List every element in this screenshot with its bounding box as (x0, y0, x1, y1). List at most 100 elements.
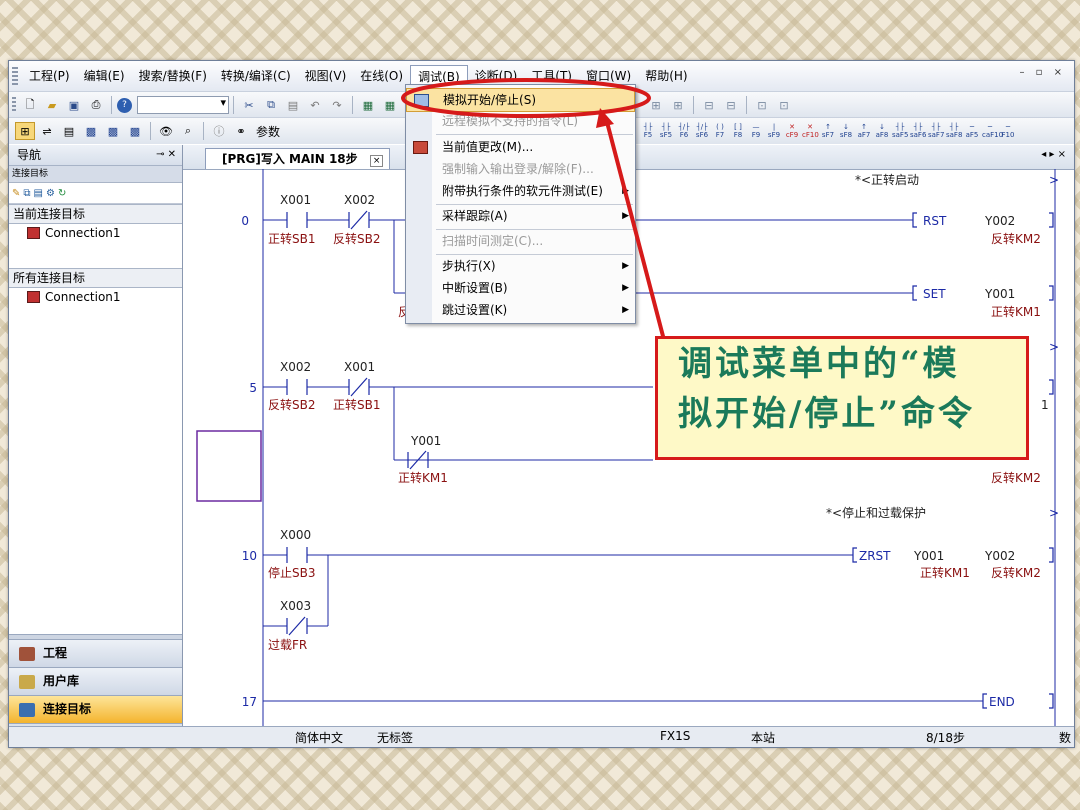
af8-icon[interactable]: ↓ aF8 (874, 123, 890, 139)
f6-contact-icon[interactable]: ┤/├ F6 (676, 123, 692, 139)
toolbar-separator (150, 122, 151, 140)
coil-label: 反转KM2 (991, 470, 1041, 485)
contact-label: 正转SB1 (268, 231, 316, 246)
step-number: 10 (242, 549, 257, 563)
saf8-icon[interactable]: ┤├ saF8 (946, 123, 962, 139)
menu-search-replace[interactable]: 搜索/替换(F) (132, 65, 214, 87)
menu-convert-compile[interactable]: 转换/编译(C) (214, 65, 298, 87)
sf8-icon[interactable]: ↓ sF8 (838, 123, 854, 139)
af7-icon[interactable]: ↑ aF7 (856, 123, 872, 139)
ladder-tool-icon[interactable]: ⊡ (774, 96, 794, 114)
saf5-icon[interactable]: ┤├ saF5 (892, 123, 908, 139)
f7-coil-icon[interactable]: ( ) F7 (712, 123, 728, 139)
f8-instr-icon[interactable]: [ ] F8 (730, 123, 746, 139)
menu-edit[interactable]: 编辑(E) (77, 65, 132, 87)
rung-comment: *<正转启动 (855, 172, 919, 187)
cut-icon[interactable]: ✂ (239, 96, 259, 114)
close-icon[interactable]: × (369, 155, 384, 167)
copy-connection-icon[interactable]: ⧉ (23, 188, 30, 199)
menu-item-remote-unsupported[interactable]: 远程模拟不支持的指令(L) (406, 110, 635, 132)
sf6-contact-icon[interactable]: ┤/├ sF6 (694, 123, 710, 139)
ladder-tool-icon[interactable]: ⊟ (721, 96, 741, 114)
save-icon[interactable]: ▣ (64, 96, 84, 114)
toolbar-separator (746, 96, 747, 114)
tab-main-program[interactable]: [PRG]写入 MAIN 18步 × (205, 148, 391, 169)
nav-button-connection-target[interactable]: 连接目标 (9, 695, 182, 723)
instruction: SET (923, 287, 946, 301)
connection-settings-icon[interactable]: ⚙ (46, 188, 55, 199)
contact-label: 反转SB2 (333, 231, 381, 246)
ladder-tool-icon[interactable]: ⊟ (699, 96, 719, 114)
connection-target-icon (19, 702, 35, 717)
cf9-delete-icon[interactable]: ✕ cF9 (784, 123, 800, 139)
connection-icon (27, 227, 40, 239)
device-batch-icon[interactable]: ▩ (103, 122, 123, 140)
write-to-plc-icon[interactable]: ▦ (358, 96, 378, 114)
undo-icon[interactable]: ↶ (305, 96, 325, 114)
menu-item-sampling-trace[interactable]: 采样跟踪(A) ▶ (406, 205, 635, 227)
menu-help[interactable]: 帮助(H) (638, 65, 694, 87)
device-icon[interactable]: ▩ (81, 122, 101, 140)
contact-label: 反转SB2 (268, 397, 316, 412)
menu-project[interactable]: 工程(P) (22, 65, 77, 87)
sf5-contact-icon[interactable]: ┤├ sF5 (658, 123, 674, 139)
read-mode-icon[interactable]: ▤ (59, 122, 79, 140)
set-bracket-left (912, 285, 917, 301)
nav-button-user-library[interactable]: 用户库 (9, 667, 182, 695)
find-device-icon[interactable]: ⌕ (178, 122, 198, 140)
ladder-tool-icon[interactable]: ⊡ (752, 96, 772, 114)
paste-icon[interactable]: ▤ (283, 96, 303, 114)
copy-icon[interactable]: ⧉ (261, 96, 281, 114)
toolbar-combo[interactable] (137, 96, 229, 114)
write-mode-icon[interactable]: ⇌ (37, 122, 57, 140)
binoculars-icon[interactable]: ⚭ (231, 122, 251, 140)
refresh-icon[interactable]: ↻ (58, 188, 66, 199)
paste-connection-icon[interactable]: ▤ (34, 188, 43, 199)
info-icon[interactable]: ⓘ (209, 122, 229, 140)
pin-close-icon[interactable]: ⊸ ✕ (156, 145, 176, 165)
saf7-icon[interactable]: ┤├ saF7 (928, 123, 944, 139)
menu-item-interrupt-settings[interactable]: 中断设置(B) ▶ (406, 277, 635, 299)
ladder-mode-icon[interactable]: ⊞ (15, 122, 35, 140)
coil-device: Y001 (913, 549, 944, 563)
ladder-tool-icon[interactable]: ⊞ (646, 96, 666, 114)
device-list-icon[interactable]: ▩ (125, 122, 145, 140)
caf10-icon[interactable]: ─ caF10 (982, 123, 1003, 139)
coil-label: 正转KM1 (991, 304, 1041, 319)
af5-icon[interactable]: ─ aF5 (964, 123, 980, 139)
menu-item-simulation-start-stop[interactable]: 模拟开始/停止(S) (406, 88, 635, 112)
contact-device: X001 (344, 360, 375, 374)
f9-line-icon[interactable]: — F9 (748, 123, 764, 139)
current-connection-item[interactable]: Connection1 (9, 224, 182, 242)
all-connection-item[interactable]: Connection1 (9, 288, 182, 306)
read-from-plc-icon[interactable]: ▦ (380, 96, 400, 114)
menu-item-change-value[interactable]: 当前值更改(M)... (406, 136, 635, 158)
open-folder-icon[interactable]: ▰ (42, 96, 62, 114)
menu-item-skip-settings[interactable]: 跳过设置(K) ▶ (406, 299, 635, 321)
saf6-icon[interactable]: ┤├ saF6 (910, 123, 926, 139)
print-icon[interactable]: ⎙ (86, 96, 106, 114)
help-icon[interactable]: ? (117, 97, 132, 113)
menu-item-scan-time[interactable]: 扫描时间测定(C)... (406, 230, 635, 252)
menu-online[interactable]: 在线(O) (353, 65, 410, 87)
f10-icon[interactable]: ─ F10 (1000, 123, 1016, 139)
nav-button-project[interactable]: 工程 (9, 639, 182, 667)
window-controls[interactable]: – ▫ × (1019, 67, 1066, 78)
menu-view[interactable]: 视图(V) (298, 65, 354, 87)
ladder-tool-icon[interactable]: ⊞ (668, 96, 688, 114)
menu-item-forced-io[interactable]: 强制输入输出登录/解除(F)... (406, 158, 635, 180)
sf7-icon[interactable]: ↑ sF7 (820, 123, 836, 139)
connection-icon (27, 291, 40, 303)
menu-item-device-test-conditions[interactable]: 附带执行条件的软元件测试(E) ▶ (406, 180, 635, 202)
new-connection-icon[interactable]: ✎ (12, 188, 20, 199)
cf10-delete-icon[interactable]: ✕ cF10 (802, 123, 819, 139)
status-bar: 简体中文 无标签 FX1S 本站 8/18步 数 (9, 726, 1074, 747)
redo-icon[interactable]: ↷ (327, 96, 347, 114)
watch-icon[interactable]: 👁 (156, 122, 176, 140)
f5-contact-icon[interactable]: ┤├ F5 (640, 123, 656, 139)
new-file-icon[interactable]: 🗋 (20, 96, 40, 114)
sf9-line-icon[interactable]: | sF9 (766, 123, 782, 139)
tab-scroll-icon[interactable]: ◂ ▸ × (1041, 149, 1066, 160)
menu-item-step-execution[interactable]: 步执行(X) ▶ (406, 255, 635, 277)
